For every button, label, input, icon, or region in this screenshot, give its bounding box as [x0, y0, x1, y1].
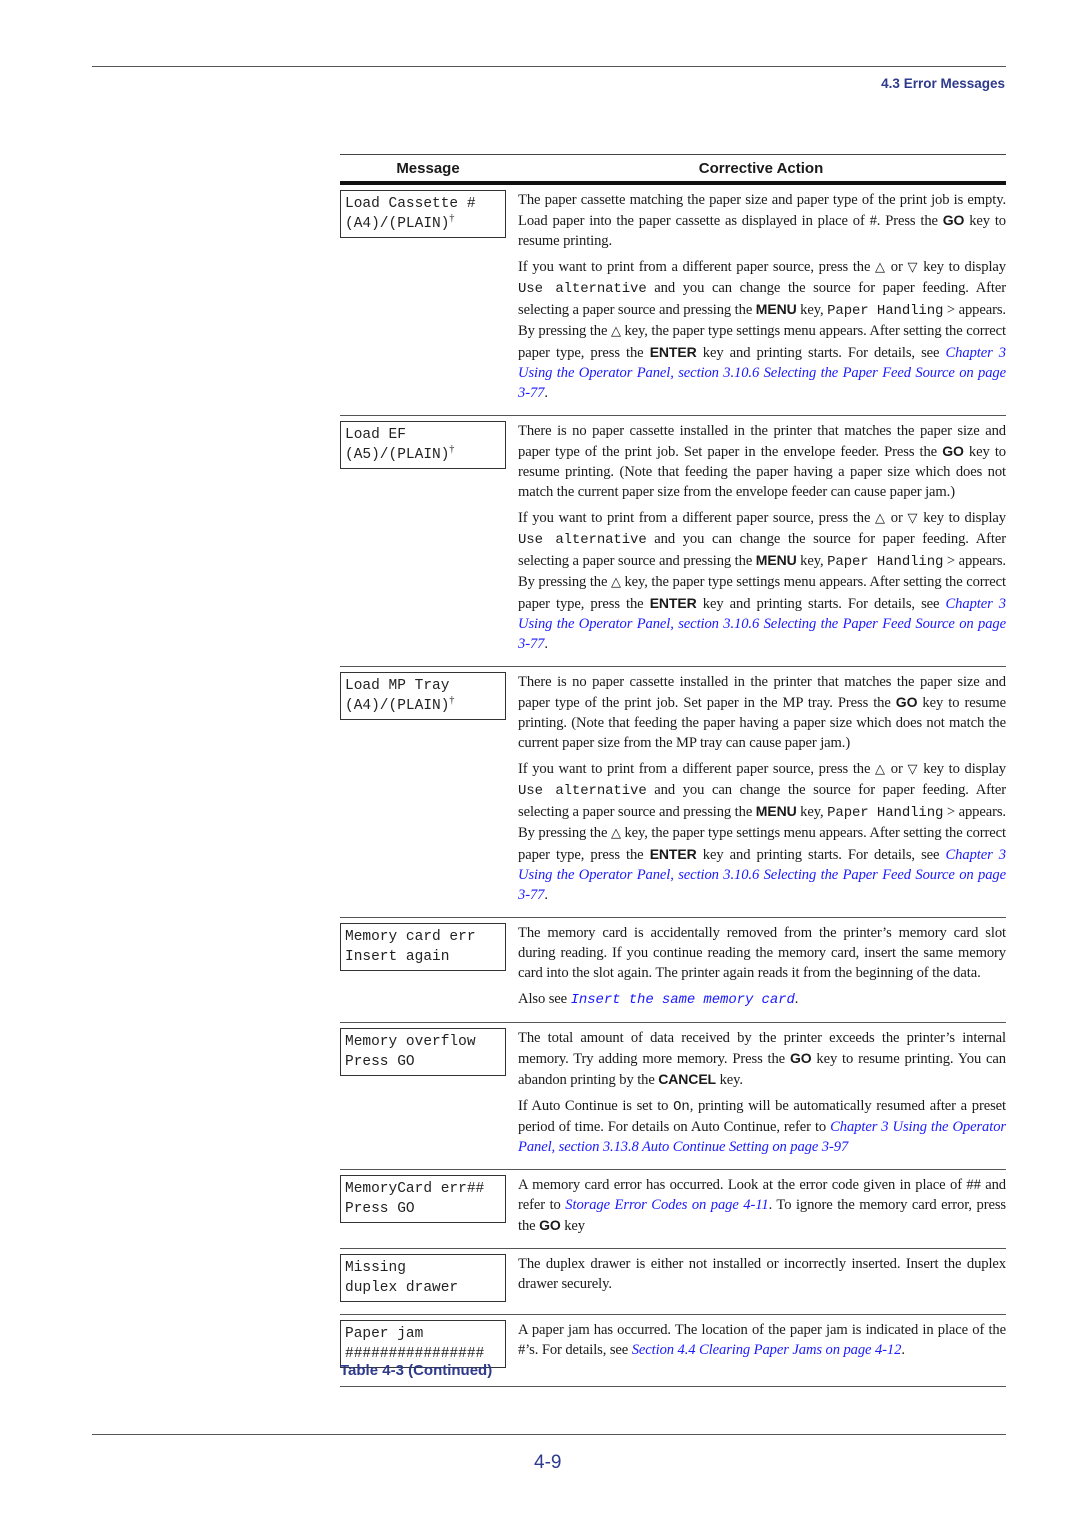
lcd-line-2: (A4)/(PLAIN) [345, 698, 450, 714]
lcd-line-1: Load MP Tray [345, 678, 450, 694]
lcd-line-1: MemoryCard err## [345, 1181, 485, 1197]
table-row: Memory overflow Press GO The total amoun… [340, 1023, 1006, 1170]
cross-reference-link[interactable]: Storage Error Codes on page 4-11 [565, 1197, 768, 1213]
lcd-line-2: Press GO [345, 1201, 415, 1217]
lcd-line-2: Press GO [345, 1054, 415, 1070]
column-header-corrective-action: Corrective Action [698, 159, 824, 177]
corrective-action: A memory card error has occurred. Look a… [518, 1175, 1006, 1236]
lcd-line-2: duplex drawer [345, 1280, 459, 1296]
up-triangle-icon: △ [875, 762, 887, 777]
lcd-line-1: Memory overflow [345, 1034, 476, 1050]
lcd-line-1: Load Cassette # [345, 196, 476, 212]
table-header: Message Corrective Action [340, 154, 1006, 185]
header-rule [92, 66, 1006, 67]
action-paragraph: The memory card is accidentally removed … [518, 925, 1006, 981]
table-row: Load MP Tray (A4)/(PLAIN)† There is no p… [340, 667, 1006, 918]
corrective-action: The memory card is accidentally removed … [518, 923, 1006, 1010]
lcd-text-inline: Use alternative [518, 532, 647, 548]
lcd-text-inline: Paper Handling [827, 303, 944, 319]
dagger-footnote-mark: † [449, 444, 455, 455]
lcd-line-2: Insert again [345, 949, 450, 965]
lcd-message: Load EF (A5)/(PLAIN)† [340, 421, 506, 469]
table-row: Load EF (A5)/(PLAIN)† There is no paper … [340, 416, 1006, 667]
corrective-action: The duplex drawer is either not installe… [518, 1254, 1006, 1302]
action-paragraph: If you want to print from a different pa… [518, 761, 1006, 903]
lcd-text-inline: Paper Handling [827, 554, 944, 570]
key-enter: ENTER [649, 846, 697, 862]
up-triangle-icon: △ [875, 260, 887, 275]
cross-reference-link[interactable]: Section 4.4 Clearing Paper Jams on page … [632, 1342, 902, 1358]
corrective-action: The paper cassette matching the paper si… [518, 190, 1006, 403]
dagger-footnote-mark: † [449, 695, 455, 706]
lcd-message: Load MP Tray (A4)/(PLAIN)† [340, 672, 506, 720]
table-row: Memory card err Insert again The memory … [340, 918, 1006, 1023]
table-caption: Table 4-3 (Continued) [340, 1362, 493, 1379]
key-enter: ENTER [649, 344, 697, 360]
table-row: MemoryCard err## Press GO A memory card … [340, 1170, 1006, 1249]
action-paragraph: A memory card error has occurred. Look a… [518, 1177, 1006, 1234]
key-go: GO [539, 1217, 561, 1233]
dagger-footnote-mark: † [449, 213, 455, 224]
up-triangle-icon: △ [610, 324, 621, 339]
action-paragraph: There is no paper cassette installed in … [518, 423, 1006, 500]
lcd-message: Load Cassette # (A4)/(PLAIN)† [340, 190, 506, 238]
key-go: GO [895, 694, 918, 710]
corrective-action: The total amount of data received by the… [518, 1028, 1006, 1157]
lcd-line-1: Paper jam [345, 1326, 424, 1342]
lcd-text-inline: Use alternative [518, 783, 647, 799]
down-triangle-icon: ▽ [907, 260, 919, 275]
corrective-action: A paper jam has occurred. The location o… [518, 1320, 1006, 1368]
column-header-message: Message [396, 159, 460, 177]
table-row: Missing duplex drawer The duplex drawer … [340, 1249, 1006, 1315]
action-paragraph: The total amount of data received by the… [518, 1030, 1006, 1088]
key-menu: MENU [755, 301, 797, 317]
down-triangle-icon: ▽ [907, 762, 919, 777]
corrective-action: There is no paper cassette installed in … [518, 421, 1006, 654]
cross-reference-link[interactable]: Insert the same memory card [571, 992, 795, 1008]
action-paragraph: A paper jam has occurred. The location o… [518, 1322, 1006, 1358]
action-paragraph: If you want to print from a different pa… [518, 510, 1006, 652]
key-go: GO [942, 212, 965, 228]
table-row: Load Cassette # (A4)/(PLAIN)† The paper … [340, 185, 1006, 416]
key-menu: MENU [755, 552, 797, 568]
key-menu: MENU [755, 803, 797, 819]
error-messages-table: Message Corrective Action Load Cassette … [340, 154, 1006, 1387]
footer-rule [92, 1434, 1006, 1435]
action-paragraph: The duplex drawer is either not installe… [518, 1256, 1006, 1292]
action-paragraph: Also see Insert the same memory card. [518, 991, 799, 1008]
lcd-line-1: Memory card err [345, 929, 476, 945]
up-triangle-icon: △ [610, 575, 621, 590]
key-cancel: CANCEL [658, 1071, 717, 1087]
page-number: 4-9 [534, 1452, 562, 1473]
lcd-line-1: Missing [345, 1260, 406, 1276]
key-enter: ENTER [649, 595, 697, 611]
lcd-text-inline: Use alternative [518, 281, 647, 297]
lcd-line-1: Load EF [345, 427, 406, 443]
key-go: GO [789, 1050, 812, 1066]
lcd-line-2: ################ [345, 1346, 485, 1362]
lcd-line-2: (A5)/(PLAIN) [345, 447, 450, 463]
section-header: 4.3 Error Messages [881, 76, 1005, 91]
action-paragraph: If you want to print from a different pa… [518, 259, 1006, 401]
lcd-text-inline: On [673, 1099, 690, 1115]
lcd-message: Memory overflow Press GO [340, 1028, 506, 1076]
lcd-message: Memory card err Insert again [340, 923, 506, 971]
lcd-text-inline: Paper Handling [827, 805, 944, 821]
lcd-message: Missing duplex drawer [340, 1254, 506, 1302]
corrective-action: There is no paper cassette installed in … [518, 672, 1006, 905]
up-triangle-icon: △ [875, 511, 887, 526]
lcd-line-2: (A4)/(PLAIN) [345, 216, 450, 232]
action-paragraph: If Auto Continue is set to On, printing … [518, 1098, 1006, 1155]
action-paragraph: The paper cassette matching the paper si… [518, 192, 1006, 249]
lcd-message: Paper jam ################ [340, 1320, 506, 1368]
key-go: GO [942, 443, 964, 459]
down-triangle-icon: ▽ [907, 511, 919, 526]
up-triangle-icon: △ [610, 826, 621, 841]
lcd-message: MemoryCard err## Press GO [340, 1175, 506, 1223]
action-paragraph: There is no paper cassette installed in … [518, 674, 1006, 751]
